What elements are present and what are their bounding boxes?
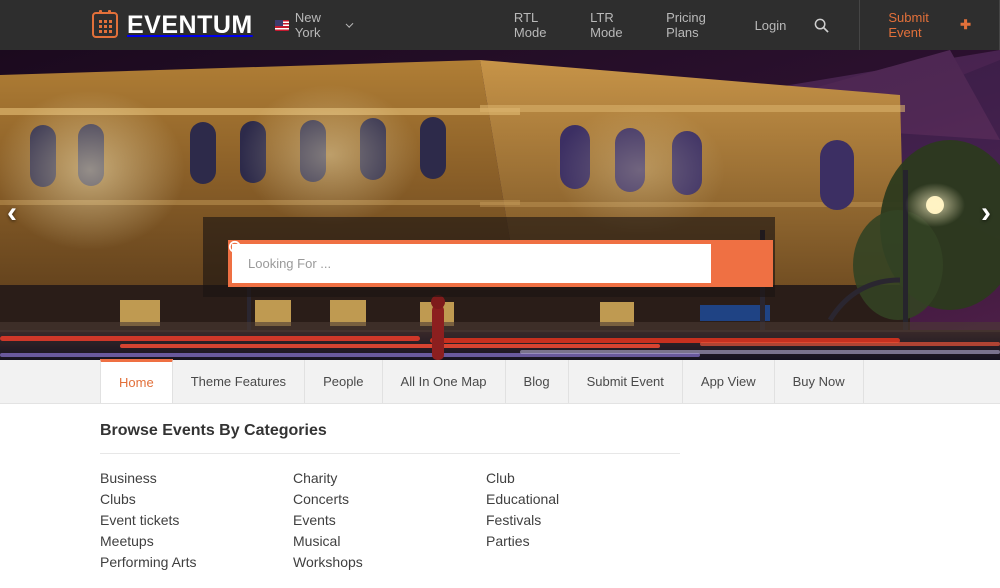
category-link[interactable]: Charity (293, 468, 486, 489)
category-columns: Business Clubs Event tickets Meetups Per… (100, 468, 680, 573)
category-link[interactable]: Club (486, 468, 679, 489)
us-flag-icon (274, 19, 289, 31)
tab-all-in-one-map[interactable]: All In One Map (383, 360, 506, 403)
category-link[interactable]: Event tickets (100, 510, 293, 531)
tab-submit-event[interactable]: Submit Event (569, 360, 683, 403)
site-logo[interactable]: EVENTUM (92, 10, 253, 39)
section-divider (100, 453, 680, 454)
category-link[interactable]: Business (100, 468, 293, 489)
nav-item-ltr-mode[interactable]: LTR Mode (590, 10, 636, 40)
tab-theme-features[interactable]: Theme Features (173, 360, 306, 403)
main-tab-bar: Home Theme Features People All In One Ma… (0, 359, 1000, 404)
tab-app-view[interactable]: App View (683, 360, 775, 403)
category-link[interactable]: Events (293, 510, 486, 531)
city-name: New York (294, 10, 321, 40)
search-icon[interactable] (814, 18, 830, 33)
nav-item-rtl-mode[interactable]: RTL Mode (514, 10, 560, 40)
top-header: EVENTUM New York RTL Mode LTR Mode Prici… (0, 0, 1000, 50)
hero-slider: ‹ › (0, 50, 1000, 360)
logo-text: EVENTUM (127, 10, 253, 39)
search-icon (228, 240, 244, 256)
category-link[interactable]: Parties (486, 531, 679, 552)
submit-event-button[interactable]: Submit Event ✚ (859, 0, 1000, 50)
carousel-next-arrow[interactable]: › (981, 198, 991, 228)
category-column-2: Charity Concerts Events Musical Workshop… (293, 468, 486, 573)
categories-section: Browse Events By Categories Business Clu… (100, 422, 680, 573)
submit-event-label: Submit Event (888, 10, 929, 40)
carousel-prev-arrow[interactable]: ‹ (7, 198, 17, 228)
tab-people[interactable]: People (305, 360, 383, 403)
category-link[interactable]: Musical (293, 531, 486, 552)
tab-buy-now[interactable]: Buy Now (775, 360, 864, 403)
page-root: EVENTUM New York RTL Mode LTR Mode Prici… (0, 0, 1000, 588)
hero-search-box (228, 240, 773, 287)
plus-icon: ✚ (960, 17, 971, 32)
category-link[interactable]: Meetups (100, 531, 293, 552)
main-content: Browse Events By Categories Business Clu… (0, 404, 1000, 588)
category-link[interactable]: Concerts (293, 489, 486, 510)
hero-image (0, 50, 1000, 360)
calendar-icon (92, 10, 118, 38)
page-title: Browse Events By Categories (100, 422, 327, 439)
category-link[interactable]: Educational (486, 489, 679, 510)
category-link[interactable]: Performing Arts (100, 552, 293, 573)
category-link[interactable]: Clubs (100, 489, 293, 510)
category-link[interactable]: Workshops (293, 552, 486, 573)
nav-item-login[interactable]: Login (755, 18, 787, 33)
category-column-3: Club Educational Festivals Parties (486, 468, 679, 573)
top-nav: RTL Mode LTR Mode Pricing Plans Login (514, 10, 786, 40)
category-link[interactable]: Festivals (486, 510, 679, 531)
city-selector[interactable]: New York (274, 10, 354, 40)
search-submit-button[interactable] (228, 240, 769, 283)
nav-item-pricing-plans[interactable]: Pricing Plans (666, 10, 724, 40)
tab-home[interactable]: Home (100, 359, 173, 403)
category-column-1: Business Clubs Event tickets Meetups Per… (100, 468, 293, 573)
search-input[interactable] (232, 244, 711, 283)
tab-blog[interactable]: Blog (506, 360, 569, 403)
chevron-down-icon (345, 19, 354, 28)
